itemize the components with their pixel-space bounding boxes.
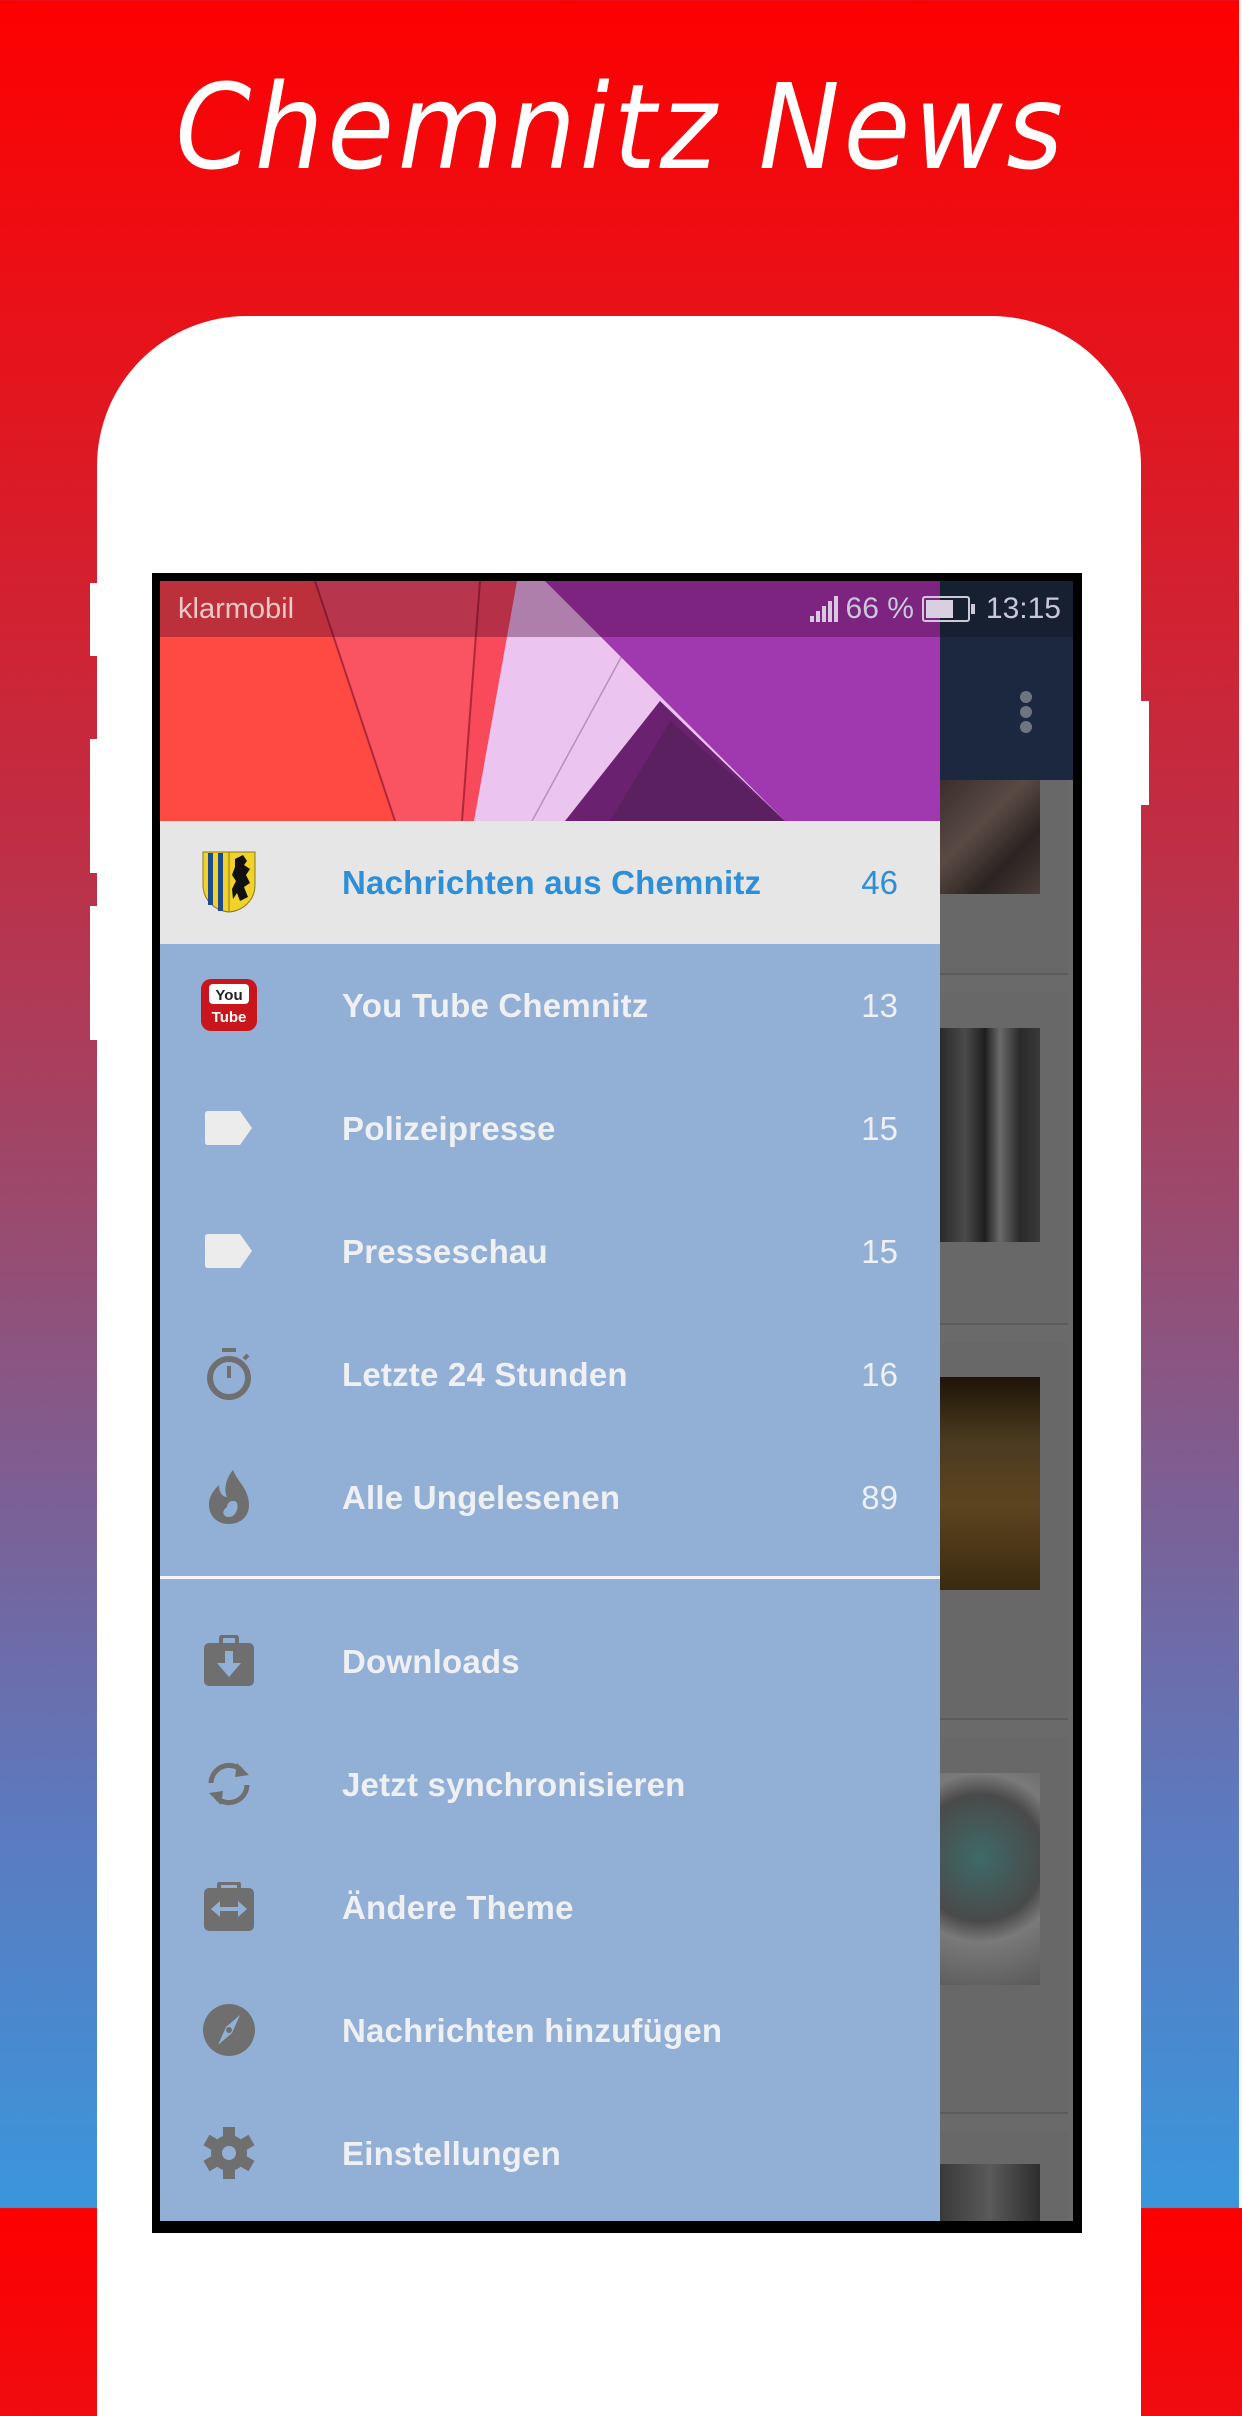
phone-screen: 66 % 13:15 klarmobil Nachrichten aus Che…	[160, 581, 1073, 2221]
article-thumbnail[interactable]	[940, 1773, 1040, 1985]
drawer-item-label: Alle Ungelesenen	[342, 1478, 621, 1516]
download-bag-icon	[200, 1632, 258, 1690]
stopwatch-icon	[200, 1345, 258, 1403]
phone-side-button	[90, 739, 98, 873]
drawer-item-count: 16	[861, 1355, 898, 1393]
phone-side-button	[1141, 701, 1149, 805]
clock: 13:15	[985, 592, 1061, 625]
drawer-item-count: 13	[861, 986, 898, 1024]
drawer-item-downloads[interactable]: Downloads	[160, 1600, 940, 1723]
sync-icon	[200, 1755, 258, 1813]
drawer-item-label: Downloads	[342, 1642, 520, 1680]
article-thumbnail[interactable]	[940, 1377, 1040, 1590]
battery-percent: 66 %	[845, 592, 914, 625]
label-tag-icon	[200, 1099, 258, 1157]
battery-icon	[921, 596, 975, 622]
drawer-item-label: Polizeipresse	[342, 1109, 556, 1147]
overflow-menu-icon[interactable]	[1020, 691, 1034, 736]
label-tag-icon	[200, 1222, 258, 1280]
promo-title: Chemnitz News	[175, 58, 1067, 196]
drawer-item-count: 15	[861, 1109, 898, 1147]
article-thumbnail[interactable]	[940, 2164, 1040, 2221]
phone-side-button	[90, 583, 98, 656]
drawer-item-label: Letzte 24 Stunden	[342, 1355, 628, 1393]
drawer-divider	[160, 1576, 940, 1579]
drawer-item-einstellungen[interactable]: Einstellungen	[160, 2092, 940, 2215]
flame-icon	[200, 1468, 258, 1526]
svg-text:Tube: Tube	[212, 1009, 247, 1026]
drawer-item-label: Einstellungen	[342, 2134, 561, 2172]
drawer-item-label: You Tube Chemnitz	[342, 986, 649, 1024]
drawer-item-count: 89	[861, 1478, 898, 1516]
carrier-name: klarmobil	[178, 593, 295, 625]
drawer-item-youtube-chemnitz[interactable]: You Tube You Tube Chemnitz 13	[160, 944, 940, 1067]
drawer-item-label: Nachrichten aus Chemnitz	[342, 863, 762, 901]
swap-theme-icon	[200, 1878, 258, 1936]
compass-icon	[200, 2001, 258, 2059]
drawer-item-nachrichten-hinzufuegen[interactable]: Nachrichten hinzufügen	[160, 1969, 940, 2092]
drawer-item-jetzt-synchronisieren[interactable]: Jetzt synchronisieren	[160, 1723, 940, 1846]
svg-text:You: You	[215, 987, 242, 1004]
drawer-item-label: Nachrichten hinzufügen	[342, 2011, 723, 2049]
drawer-item-count: 46	[861, 863, 898, 901]
phone-side-button	[90, 906, 98, 1040]
chemnitz-coat-of-arms-icon	[200, 851, 258, 913]
gear-icon	[200, 2124, 258, 2182]
drawer-item-label: Presseschau	[342, 1232, 548, 1270]
article-thumbnail[interactable]	[940, 1028, 1040, 1242]
drawer-item-polizeipresse[interactable]: Polizeipresse 15	[160, 1067, 940, 1190]
drawer-item-count: 15	[861, 1232, 898, 1270]
drawer-item-letzte-24-stunden[interactable]: Letzte 24 Stunden 16	[160, 1313, 940, 1436]
drawer-item-aendere-theme[interactable]: Ändere Theme	[160, 1846, 940, 1969]
status-bar-right: 66 % 13:15	[804, 591, 1061, 627]
navigation-drawer: klarmobil Nachrichten aus Chemnitz 46 Yo…	[160, 581, 940, 2221]
drawer-item-alle-ungelesenen[interactable]: Alle Ungelesenen 89	[160, 1436, 940, 1559]
article-thumbnail[interactable]	[940, 780, 1040, 894]
drawer-item-label: Ändere Theme	[342, 1888, 574, 1926]
drawer-item-label: Jetzt synchronisieren	[342, 1765, 686, 1803]
signal-strength-icon	[809, 596, 840, 622]
youtube-icon: You Tube	[200, 976, 258, 1034]
drawer-item-presseschau[interactable]: Presseschau 15	[160, 1190, 940, 1313]
drawer-item-nachrichten-aus-chemnitz[interactable]: Nachrichten aus Chemnitz 46	[160, 821, 940, 944]
